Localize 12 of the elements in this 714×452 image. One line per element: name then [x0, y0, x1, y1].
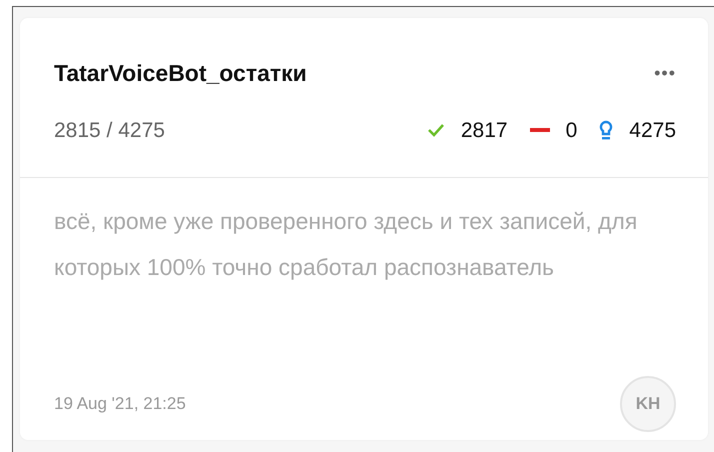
- stat-count: 0: [566, 118, 578, 144]
- user-avatar: KH: [620, 376, 676, 432]
- card-title: TatarVoiceBot_остатки: [54, 59, 307, 88]
- check-icon: [426, 123, 445, 138]
- date-text: 19 Aug '21, 21:25: [54, 393, 186, 416]
- stat-count: 2817: [460, 118, 508, 144]
- minus-icon: [530, 128, 550, 132]
- more-menu[interactable]: •••: [654, 60, 676, 87]
- description-text: всё, кроме уже проверенного здесь и тех записей, для которых 100% точно сработал распознаватель: [53, 207, 638, 282]
- lightbulb-icon: [599, 120, 614, 140]
- stat-count: 4275: [629, 118, 676, 144]
- progress-count: 2815 / 4275: [54, 118, 165, 144]
